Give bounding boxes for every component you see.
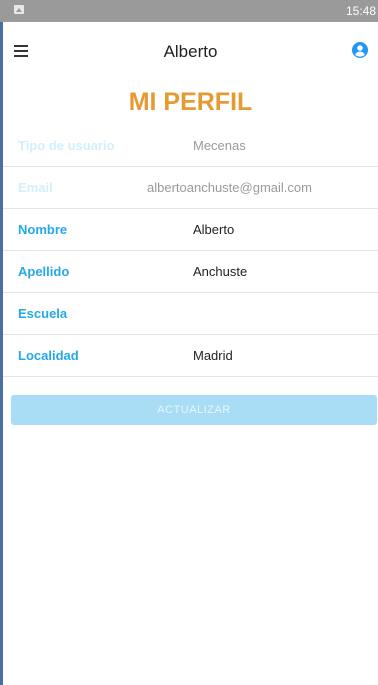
- surname-field[interactable]: Anchuste: [193, 264, 247, 279]
- field-row-user-type: Tipo de usuario Mecenas: [3, 125, 378, 167]
- field-label: Apellido: [18, 264, 70, 279]
- field-row-school[interactable]: Escuela: [3, 293, 378, 335]
- locality-field[interactable]: Madrid: [193, 348, 233, 363]
- field-row-email: Email albertoanchuste@gmail.com: [3, 167, 378, 209]
- field-label: Tipo de usuario: [18, 138, 115, 153]
- field-label: Escuela: [18, 306, 68, 321]
- page-title: MI PERFIL: [128, 88, 253, 116]
- field-row-surname[interactable]: Apellido Anchuste: [3, 251, 378, 293]
- user-type-field: Mecenas: [193, 138, 246, 153]
- field-label: Localidad: [18, 348, 79, 363]
- field-row-locality[interactable]: Localidad Madrid: [3, 335, 378, 377]
- status-time: 15:48: [345, 4, 376, 18]
- field-row-name[interactable]: Nombre Alberto: [3, 209, 378, 251]
- image-icon: [14, 5, 24, 14]
- user-icon[interactable]: [352, 42, 368, 58]
- email-field: albertoanchuste@gmail.com: [147, 180, 312, 195]
- app-bar: Alberto: [3, 22, 378, 82]
- app-bar-title: Alberto: [163, 42, 218, 61]
- status-bar: 15:48: [0, 0, 378, 22]
- field-label: Email: [18, 180, 53, 195]
- profile-form: Tipo de usuario Mecenas Email albertoanc…: [3, 125, 378, 377]
- field-label: Nombre: [18, 222, 68, 237]
- update-button[interactable]: ACTUALIZAR: [11, 395, 377, 425]
- name-field[interactable]: Alberto: [193, 222, 234, 237]
